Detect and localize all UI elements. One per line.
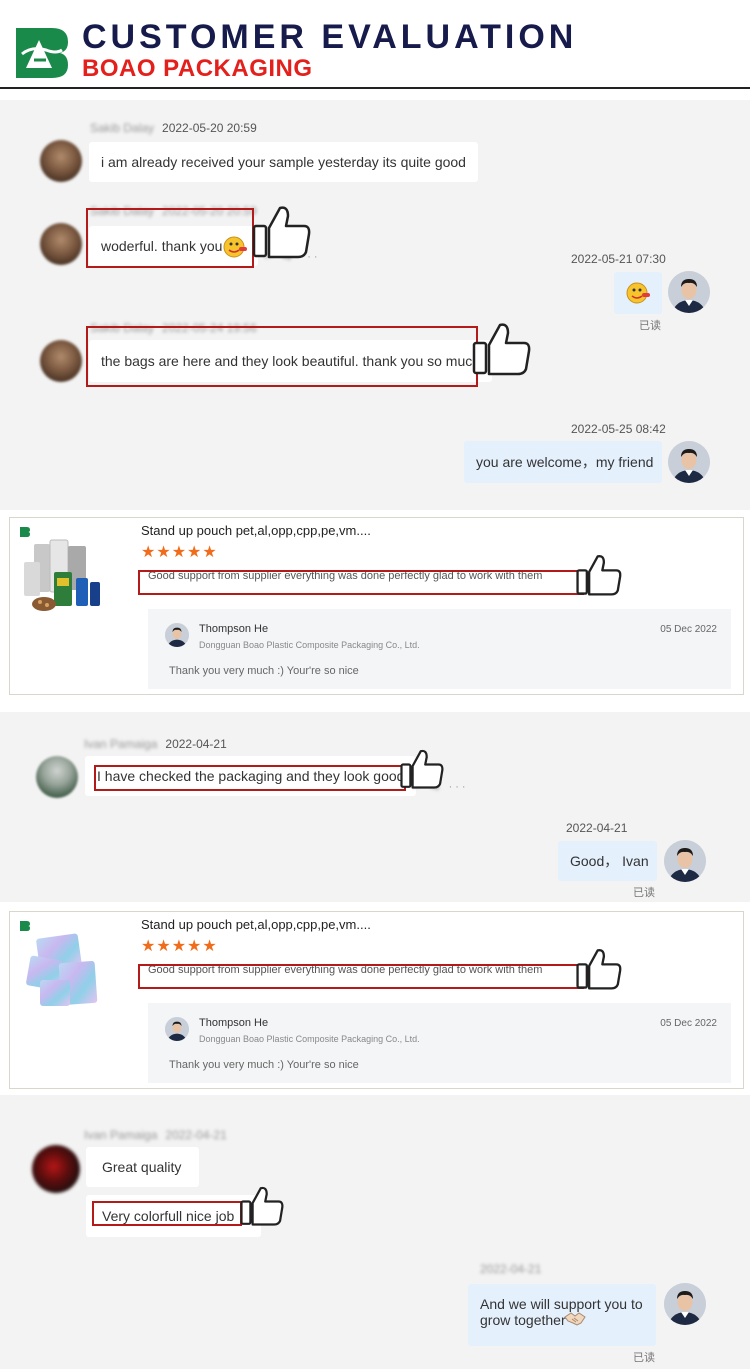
customer-avatar [32,1145,80,1193]
customer-avatar [40,340,82,382]
sales-rep-avatar [165,1017,189,1041]
chat-bubble-me [614,272,662,314]
reply-author: Thompson He [199,623,269,635]
reply-company: Dongguan Boao Plastic Composite Packagin… [199,640,420,650]
chat-panel-2: Ivan Pamaiga 2022-04-21 I have checked th… [0,712,750,902]
customer-avatar [40,223,82,265]
customer-name-blurred: Ivan Pamaiga [84,737,158,751]
rating-stars: ★★★★★ [141,544,218,561]
page-title: CUSTOMER EVALUATION [82,18,578,56]
chat-panel-3: Ivan Pamaiga 2022-04-21 Great quality Ver… [0,1095,750,1369]
boao-logo [16,28,68,78]
message-time: 2022-04-21 [480,1262,542,1276]
message-meta: Ivan Pamaiga 2022-04-21 [84,1128,227,1142]
highlight-box [94,765,406,791]
highlight-box [138,964,584,989]
message-time: 2022-04-21 [566,821,628,835]
rating-stars: ★★★★★ [141,938,218,955]
thumbs-up-icon [576,555,622,596]
seller-reply: Thompson He Dongguan Boao Plastic Compos… [148,609,731,689]
message-time: 2022-05-21 07:30 [571,252,666,266]
thumbs-up-icon [240,1186,284,1226]
product-title[interactable]: Stand up pouch pet,al,opp,cpp,pe,vm.... [141,917,371,932]
read-status: 已读 [633,1352,655,1364]
sales-rep-avatar [165,623,189,647]
reply-text: Thank you very much :) Your're so nice [169,665,359,677]
chat-bubble-text: And we will support you to grow together [480,1296,643,1328]
customer-avatar [36,756,78,798]
thumbs-up-icon [252,206,311,259]
sales-rep-avatar [668,441,710,483]
reply-date: 05 Dec 2022 [660,624,717,635]
emoji-icon [626,282,650,304]
boao-mini-logo [20,921,30,931]
chat-bubble: i am already received your sample yester… [89,142,478,182]
customer-name-blurred: Ivan Pamaiga [84,1128,158,1142]
handshake-icon [564,1312,586,1326]
message-meta: Sakib Dalay 2022-05-20 20:59 [90,121,257,135]
highlight-box [86,326,478,387]
highlight-box [86,208,254,268]
more-icon[interactable]: ··· [449,781,469,793]
customer-avatar [40,140,82,182]
product-title[interactable]: Stand up pouch pet,al,opp,cpp,pe,vm.... [141,523,371,538]
seller-reply: Thompson He Dongguan Boao Plastic Compos… [148,1003,731,1083]
chat-panel-1: Sakib Dalay 2022-05-20 20:59 i am already… [0,100,750,510]
highlight-box [92,1201,242,1226]
page-subtitle: BOAO PACKAGING [82,55,313,82]
reply-company: Dongguan Boao Plastic Composite Packagin… [199,1034,420,1044]
message-time: 2022-04-21 [165,737,227,751]
review-card: Stand up pouch pet,al,opp,cpp,pe,vm.... … [9,517,744,695]
chat-bubble-me: Good， Ivan [558,841,657,881]
read-status: 已读 [639,320,661,332]
page-header: CUSTOMER EVALUATION BOAO PACKAGING [0,0,750,100]
thumbs-up-icon [472,323,531,376]
product-image [24,539,100,611]
message-meta: Ivan Pamaiga 2022-04-21 [84,737,227,751]
message-time: 2022-05-20 20:59 [162,121,257,135]
message-time: 2022-04-21 [165,1128,227,1142]
sales-rep-avatar [668,271,710,313]
chat-bubble: Great quality [86,1147,199,1187]
boao-mini-logo [20,527,30,537]
reply-text: Thank you very much :) Your're so nice [169,1059,359,1071]
customer-name-blurred: Sakib Dalay [90,121,155,135]
thumbs-up-icon [576,949,622,990]
chat-bubble-me: And we will support you to grow together [468,1284,656,1346]
reply-author: Thompson He [199,1017,269,1029]
product-image [26,933,98,1006]
review-card: Stand up pouch pet,al,opp,cpp,pe,vm.... … [9,911,744,1089]
message-time: 2022-05-25 08:42 [571,422,666,436]
highlight-box [138,570,584,595]
read-status: 已读 [633,887,655,899]
sales-rep-avatar [664,1283,706,1325]
header-divider [0,87,750,89]
reply-date: 05 Dec 2022 [660,1018,717,1029]
chat-bubble-me: you are welcome，my friend [464,441,662,483]
thumbs-up-icon [400,749,444,789]
sales-rep-avatar [664,840,706,882]
